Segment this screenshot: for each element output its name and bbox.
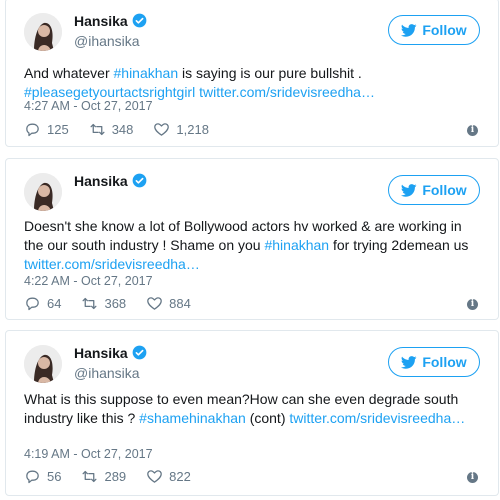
verified-badge-icon [132, 345, 147, 360]
action-bar: 64 368 884 [24, 295, 211, 312]
follow-label: Follow [422, 22, 467, 38]
like-count: 1,218 [176, 122, 209, 137]
hashtag-link[interactable]: #hinakhan [114, 65, 179, 81]
info-icon[interactable]: i [467, 125, 478, 136]
follow-button[interactable]: Follow [388, 347, 480, 377]
action-bar: 56 289 822 [24, 468, 211, 485]
avatar[interactable] [24, 345, 62, 383]
tweet-link[interactable]: twitter.com/sridevisreedha… [24, 256, 200, 272]
retweet-count: 348 [111, 122, 134, 137]
verified-badge-icon [132, 173, 147, 188]
tweet-card[interactable]: Hansika @ihansika Follow And whatever #h… [5, 0, 499, 147]
avatar[interactable] [24, 13, 62, 51]
like-count: 884 [169, 296, 191, 311]
hashtag-link[interactable]: #pleasegetyourtactsrightgirl [24, 84, 195, 100]
like-icon [147, 297, 163, 310]
reply-icon [26, 123, 39, 137]
retweet-button[interactable]: 348 [89, 121, 134, 138]
tweet-text: And whatever #hinakhan is saying is our … [24, 65, 375, 100]
retweet-count: 289 [104, 469, 127, 484]
like-button[interactable]: 1,218 [153, 121, 209, 138]
twitter-bird-icon [401, 23, 417, 37]
tweet-card[interactable]: Hansika Follow Doesn't she know a lot of… [5, 158, 499, 320]
follow-button[interactable]: Follow [388, 175, 480, 205]
twitter-bird-icon [401, 183, 417, 197]
hashtag-link[interactable]: #hinakhan [264, 237, 329, 253]
like-icon [154, 123, 170, 136]
retweet-button[interactable]: 289 [81, 468, 126, 485]
follow-label: Follow [422, 354, 467, 370]
timestamp[interactable]: 4:22 AM - Oct 27, 2017 [24, 274, 153, 288]
like-icon [147, 470, 163, 483]
reply-count: 56 [47, 469, 62, 484]
twitter-bird-icon [401, 355, 417, 369]
reply-button[interactable]: 64 [24, 295, 61, 312]
action-bar: 125 348 1,218 [24, 121, 229, 138]
avatar[interactable] [24, 173, 62, 211]
hashtag-link[interactable]: #shamehinakhan [139, 410, 246, 426]
timestamp[interactable]: 4:19 AM - Oct 27, 2017 [24, 447, 153, 461]
tweet-link[interactable]: twitter.com/sridevisreedha… [289, 410, 465, 426]
retweet-count: 368 [104, 296, 127, 311]
user-handle[interactable]: @ihansika [74, 365, 140, 381]
like-count: 822 [169, 469, 191, 484]
user-name[interactable]: Hansika [74, 345, 147, 361]
info-icon[interactable]: i [467, 299, 478, 310]
like-button[interactable]: 822 [146, 468, 191, 485]
user-name[interactable]: Hansika [74, 13, 147, 29]
reply-button[interactable]: 125 [24, 121, 69, 138]
like-button[interactable]: 884 [146, 295, 191, 312]
reply-icon [26, 297, 39, 311]
retweet-icon [90, 123, 105, 136]
reply-button[interactable]: 56 [24, 468, 61, 485]
follow-button[interactable]: Follow [388, 15, 480, 45]
tweet-link[interactable]: twitter.com/sridevisreedha… [199, 84, 375, 100]
verified-badge-icon [132, 13, 147, 28]
retweet-icon [82, 297, 97, 310]
reply-count: 125 [47, 122, 69, 137]
tweet-card[interactable]: Hansika @ihansika Follow What is this su… [5, 330, 499, 496]
retweet-icon [82, 470, 97, 483]
follow-label: Follow [422, 182, 467, 198]
retweet-button[interactable]: 368 [81, 295, 126, 312]
user-name[interactable]: Hansika [74, 173, 147, 189]
reply-count: 64 [47, 296, 62, 311]
timestamp[interactable]: 4:27 AM - Oct 27, 2017 [24, 99, 153, 113]
tweet-text: What is this suppose to even mean?How ca… [24, 391, 466, 426]
info-icon[interactable]: i [467, 472, 478, 483]
user-handle[interactable]: @ihansika [74, 33, 140, 49]
tweet-text: Doesn't she know a lot of Bollywood acto… [24, 218, 469, 272]
reply-icon [26, 470, 39, 484]
